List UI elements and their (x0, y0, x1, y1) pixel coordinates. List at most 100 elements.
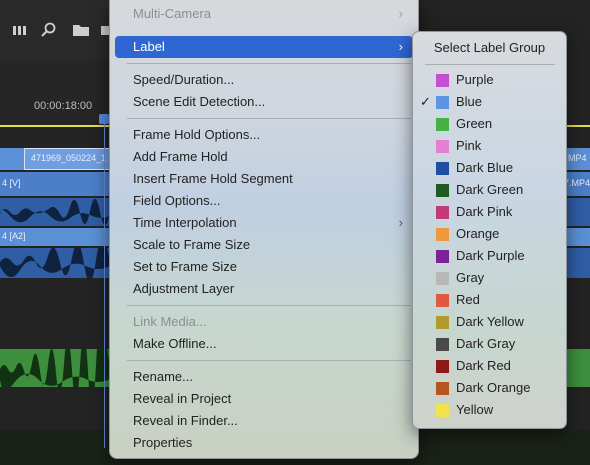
color-swatch-icon (436, 118, 449, 131)
menu-item-label: Label (133, 39, 165, 54)
label-item-text: Dark Pink (456, 204, 513, 219)
label-item-purple[interactable]: Purple (413, 69, 566, 91)
label-item-yellow[interactable]: Yellow (413, 399, 566, 421)
label-item-red[interactable]: Red (413, 289, 566, 311)
submenu-item-select-label-group[interactable]: Select Label Group (413, 40, 566, 55)
label-item-text: Blue (456, 94, 483, 109)
menu-item-adjustment-layer[interactable]: Adjustment Layer (115, 278, 413, 300)
menu-separator (127, 360, 411, 361)
color-swatch-icon (436, 74, 449, 87)
menu-item-frame-hold-options[interactable]: Frame Hold Options... (115, 124, 413, 146)
menu-item-label: Set to Frame Size (133, 259, 238, 274)
green-waveform (0, 349, 110, 387)
color-swatch-icon (436, 338, 449, 351)
label-item-text: Red (456, 292, 480, 307)
label-item-text: Dark Yellow (456, 314, 524, 329)
folder-icon[interactable] (72, 22, 90, 38)
menu-item-set-to-frame-size[interactable]: Set to Frame Size (115, 256, 413, 278)
menu-item-time-interpolation[interactable]: Time Interpolation › (115, 212, 413, 234)
right-clip-label: MP4 (568, 153, 587, 163)
color-swatch-icon (436, 294, 449, 307)
color-swatch-icon (436, 184, 449, 197)
label-item-dark-gray[interactable]: Dark Gray (413, 333, 566, 355)
menu-item-label: Add Frame Hold (133, 149, 228, 164)
audio-track-label: 4 [A2] (2, 231, 26, 241)
label-item-dark-green[interactable]: Dark Green (413, 179, 566, 201)
menu-separator (127, 63, 411, 64)
chevron-right-icon: › (398, 39, 403, 54)
color-swatch-icon (436, 140, 449, 153)
label-item-text: Dark Blue (456, 160, 514, 175)
label-item-text: Purple (456, 72, 494, 87)
menu-item-label-submenu[interactable]: Label › (115, 36, 413, 58)
menu-item-label: Time Interpolation (133, 215, 237, 230)
menu-item-label: Frame Hold Options... (133, 127, 261, 142)
submenu-separator (425, 64, 555, 65)
menu-item-label: Field Options... (133, 193, 221, 208)
menu-item-label: Scale to Frame Size (133, 237, 251, 252)
color-swatch-icon (436, 206, 449, 219)
label-item-text: Green (456, 116, 493, 131)
clip-context-menu: Multi-Camera › Label › Speed/Duration...… (109, 0, 419, 459)
menu-item-label: Speed/Duration... (133, 72, 235, 87)
menu-item-reveal-in-project[interactable]: Reveal in Project (115, 388, 413, 410)
label-item-dark-red[interactable]: Dark Red (413, 355, 566, 377)
menu-item-speed-duration[interactable]: Speed/Duration... (115, 69, 413, 91)
color-swatch-icon (436, 272, 449, 285)
checkmark-icon: ✓ (420, 94, 431, 109)
menu-separator (127, 305, 411, 306)
label-item-blue[interactable]: ✓ Blue (413, 91, 566, 113)
color-swatch-icon (436, 404, 449, 417)
menu-item-add-frame-hold[interactable]: Add Frame Hold (115, 146, 413, 168)
menu-item-scene-edit-detection[interactable]: Scene Edit Detection... (115, 91, 413, 113)
label-item-dark-orange[interactable]: Dark Orange (413, 377, 566, 399)
label-item-gray[interactable]: Gray (413, 267, 566, 289)
clip-name: 471969_050224_1 (31, 153, 107, 163)
audio-waveform-2 (0, 248, 110, 278)
menu-item-reveal-in-finder[interactable]: Reveal in Finder... (115, 410, 413, 432)
menu-item-label: Reveal in Project (133, 391, 232, 406)
color-swatch-icon (436, 228, 449, 241)
menu-item-label: Scene Edit Detection... (133, 94, 266, 109)
menu-item-link-media[interactable]: Link Media... (115, 311, 413, 333)
label-item-green[interactable]: Green (413, 113, 566, 135)
color-swatch-icon (436, 250, 449, 263)
color-swatch-icon (436, 316, 449, 329)
label-submenu: Select Label Group Purple ✓ Blue Green Pink D… (412, 31, 567, 429)
menu-item-label: Rename... (133, 369, 193, 384)
menu-item-field-options[interactable]: Field Options... (115, 190, 413, 212)
menu-item-make-offline[interactable]: Make Offline... (115, 333, 413, 355)
label-item-text: Dark Red (456, 358, 511, 373)
menu-item-scale-to-frame-size[interactable]: Scale to Frame Size (115, 234, 413, 256)
menu-separator (127, 118, 411, 119)
menu-item-label: Properties (133, 435, 193, 450)
search-icon[interactable] (40, 22, 58, 38)
menu-item-properties[interactable]: Properties (115, 432, 413, 454)
label-item-dark-pink[interactable]: Dark Pink (413, 201, 566, 223)
menu-item-insert-frame-hold-segment[interactable]: Insert Frame Hold Segment (115, 168, 413, 190)
audio-waveform (0, 198, 110, 225)
color-swatch-icon (436, 96, 449, 109)
playhead-line (104, 118, 105, 448)
label-item-pink[interactable]: Pink (413, 135, 566, 157)
label-item-text: Yellow (456, 402, 494, 417)
menu-item-label: Make Offline... (133, 336, 217, 351)
label-item-text: Dark Green (456, 182, 524, 197)
menu-item-multi-camera[interactable]: Multi-Camera › (115, 3, 413, 25)
chevron-right-icon: › (398, 6, 403, 21)
label-item-dark-purple[interactable]: Dark Purple (413, 245, 566, 267)
menu-item-label: Reveal in Finder... (133, 413, 238, 428)
menu-item-label: Insert Frame Hold Segment (133, 171, 293, 186)
label-item-orange[interactable]: Orange (413, 223, 566, 245)
label-item-text: Dark Orange (456, 380, 531, 395)
menu-item-label: Multi-Camera (133, 6, 212, 21)
track-select-icon[interactable] (12, 22, 30, 38)
color-swatch-icon (436, 162, 449, 175)
label-item-text: Dark Purple (456, 248, 525, 263)
label-item-dark-blue[interactable]: Dark Blue (413, 157, 566, 179)
time-ruler[interactable] (0, 60, 110, 122)
menu-item-rename[interactable]: Rename... (115, 366, 413, 388)
label-item-text: Gray (456, 270, 485, 285)
label-item-dark-yellow[interactable]: Dark Yellow (413, 311, 566, 333)
playhead-handle[interactable] (99, 114, 109, 124)
